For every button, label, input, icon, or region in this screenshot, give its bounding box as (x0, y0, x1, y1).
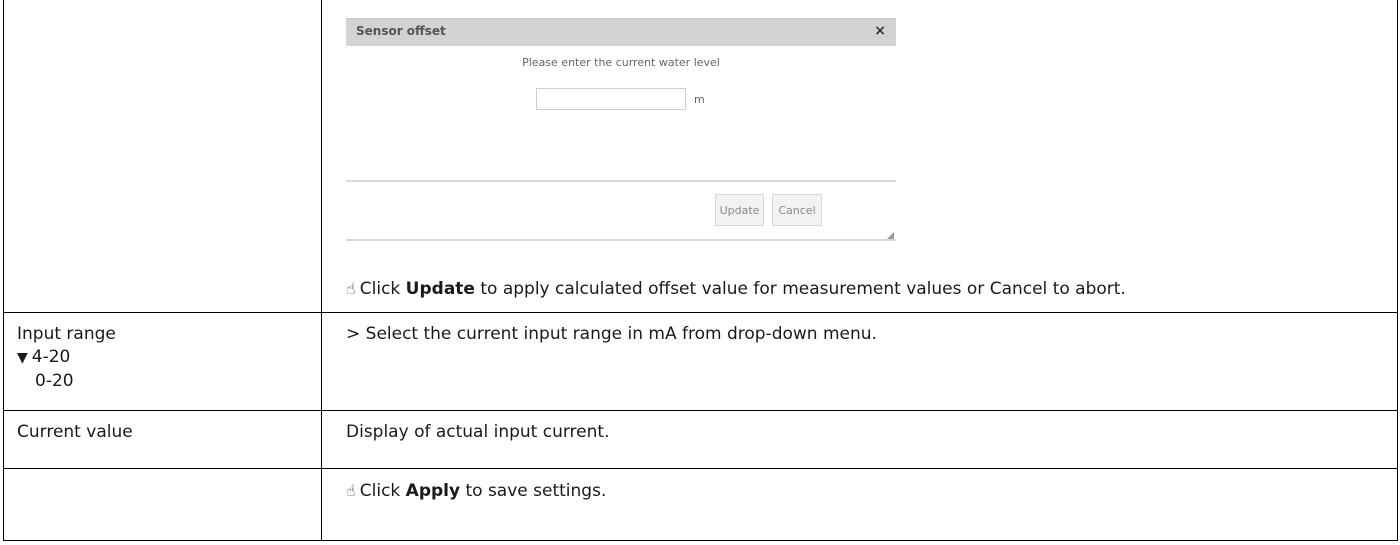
pointing-hand-icon: ☝ (346, 481, 356, 500)
table-cell: Sensor offset × Please enter the current… (321, 0, 1398, 313)
dialog-prompt: Please enter the current water level (522, 56, 720, 69)
close-icon[interactable]: × (874, 23, 886, 39)
apply-prefix: Click (359, 481, 406, 501)
table-row: Current value Display of actual input cu… (3, 410, 1398, 469)
input-range-label: Input range (17, 324, 116, 344)
dialog-divider (346, 180, 896, 182)
table-cell: Input range ▼ 4-20 0-20 (3, 312, 322, 411)
table-row: Sensor offset × Please enter the current… (3, 0, 1398, 313)
table-cell: > Select the current input range in mA f… (321, 312, 1398, 411)
current-value-description: Display of actual input current. (346, 422, 610, 442)
input-range-option-selected: ▼ 4-20 (17, 347, 71, 367)
triangle-down-icon: ▼ (17, 350, 28, 366)
instruction-prefix: Click (359, 279, 406, 299)
table-row: Input range ▼ 4-20 0-20 > Select the curr… (3, 312, 1398, 411)
resize-grip-icon[interactable] (887, 232, 894, 239)
dialog-title-bar: Sensor offset × (346, 18, 896, 46)
dialog-title: Sensor offset (356, 24, 446, 38)
cancel-button[interactable]: Cancel (772, 194, 822, 226)
sensor-offset-dialog: Sensor offset × Please enter the current… (346, 18, 896, 243)
table-cell: Display of actual input current. (321, 410, 1398, 469)
table-cell-empty (3, 468, 322, 541)
current-value-label: Current value (17, 422, 133, 442)
table-cell-empty (3, 0, 322, 313)
table-row: ☝ Click Apply to save settings. (3, 468, 1398, 541)
apply-instruction: ☝ Click Apply to save settings. (322, 469, 1397, 503)
update-button[interactable]: Update (715, 194, 764, 226)
water-level-input[interactable] (536, 88, 686, 110)
documentation-table: Sensor offset × Please enter the current… (3, 0, 1398, 541)
apply-suffix: to save settings. (460, 481, 607, 501)
table-cell: ☝ Click Apply to save settings. (321, 468, 1398, 541)
instruction-bold-update: Update (405, 279, 475, 299)
instruction-bold-apply: Apply (405, 481, 461, 501)
unit-label: m (694, 93, 705, 106)
pointing-hand-icon: ☝ (346, 279, 356, 298)
update-instruction: ☝ Click Update to apply calculated offset… (346, 279, 1126, 299)
instruction-suffix: to apply calculated offset value for mea… (474, 279, 1126, 299)
input-range-option: 0-20 (35, 371, 74, 391)
table-cell: Current value (3, 410, 322, 469)
input-range-description: > Select the current input range in mA f… (346, 324, 877, 344)
dialog-bottom-border (346, 239, 896, 241)
